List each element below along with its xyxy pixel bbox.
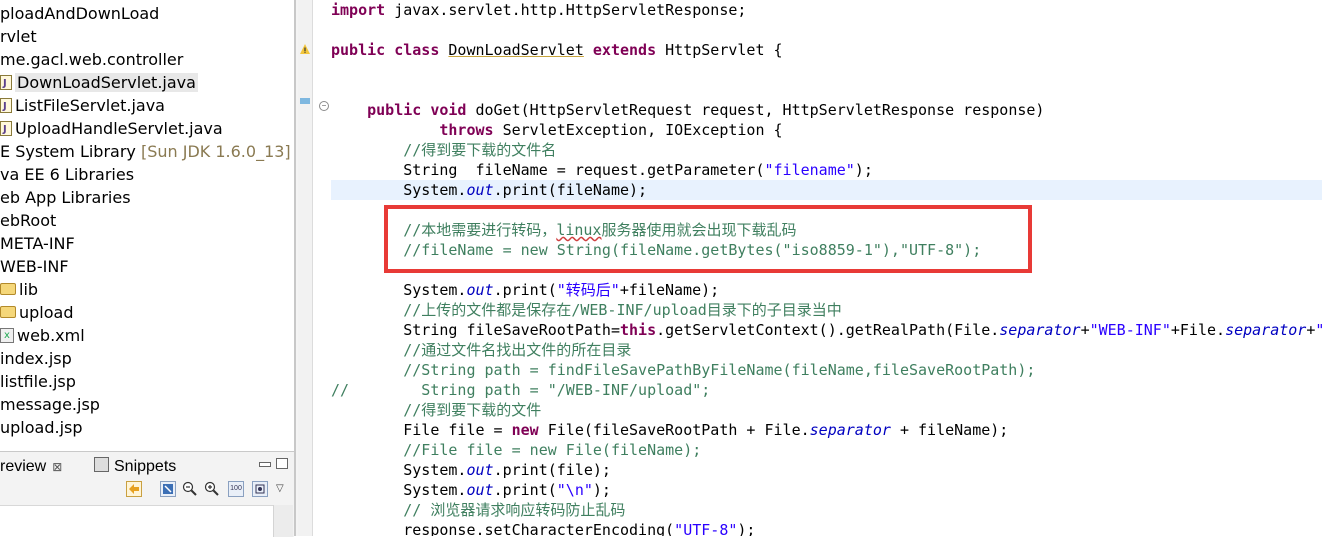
tree-item-label: upload.jsp bbox=[0, 418, 83, 437]
code-line[interactable]: //得到要下载的文件名 bbox=[331, 140, 556, 160]
tab-snippets[interactable]: Snippets bbox=[90, 456, 176, 478]
tree-item[interactable]: META-INF bbox=[0, 232, 75, 255]
tree-item-label: upload bbox=[19, 303, 74, 322]
code-line[interactable]: // 浏览器请求响应转码防止乱码 bbox=[331, 500, 625, 520]
gutter-divider bbox=[312, 0, 313, 536]
tree-item[interactable]: WEB-INF bbox=[0, 255, 69, 278]
tree-item-label: va EE 6 Libraries bbox=[0, 165, 135, 184]
code-line[interactable]: //String path = findFileSavePathByFileNa… bbox=[331, 360, 1035, 380]
tree-item-label: ebRoot bbox=[0, 211, 57, 230]
tree-item[interactable]: upload bbox=[0, 301, 74, 324]
tree-item-label: ListFileServlet.java bbox=[15, 96, 165, 115]
tree-item-label: WEB-INF bbox=[0, 257, 69, 276]
preview-content bbox=[0, 505, 273, 538]
tree-item[interactable]: ploadAndDownLoad bbox=[0, 2, 159, 25]
code-line[interactable]: public class DownLoadServlet extends Htt… bbox=[331, 40, 783, 60]
code-line[interactable]: String fileName = request.getParameter("… bbox=[331, 160, 873, 180]
zoom-100-icon[interactable]: 100 bbox=[228, 481, 244, 497]
tree-item-label: me.gacl.web.controller bbox=[0, 50, 184, 69]
code-line[interactable] bbox=[331, 60, 340, 80]
tree-item[interactable]: ListFileServlet.java bbox=[0, 94, 165, 118]
editor-gutter bbox=[298, 0, 312, 536]
project-explorer: ploadAndDownLoad rvlet me.gacl.web.control… bbox=[0, 0, 294, 451]
code-line[interactable]: throws ServletException, IOException { bbox=[331, 120, 782, 140]
close-icon[interactable]: ⊠ bbox=[52, 460, 62, 474]
tree-item[interactable]: va EE 6 Libraries bbox=[0, 163, 134, 186]
tree-item-label: message.jsp bbox=[0, 395, 100, 414]
code-line[interactable] bbox=[331, 80, 340, 100]
tree-item[interactable]: index.jsp bbox=[0, 347, 72, 370]
library-version-label: [Sun JDK 1.6.0_13] bbox=[135, 142, 291, 161]
java-file-icon bbox=[0, 95, 12, 118]
tab-preview[interactable]: review ⊠ bbox=[0, 456, 62, 478]
snippets-icon bbox=[94, 457, 109, 472]
highlight-box bbox=[384, 205, 1032, 273]
tree-item[interactable]: web.xml bbox=[0, 324, 85, 347]
tree-item[interactable]: me.gacl.web.controller bbox=[0, 48, 183, 71]
preview-scrollbar[interactable] bbox=[273, 505, 293, 537]
folder-icon bbox=[0, 283, 16, 295]
tree-item-label: listfile.jsp bbox=[0, 372, 76, 391]
code-line[interactable]: String fileSaveRootPath=this.getServletC… bbox=[331, 320, 1322, 340]
select-icon[interactable] bbox=[160, 481, 176, 497]
zoom-in-icon[interactable] bbox=[204, 481, 220, 497]
tree-item-label: UploadHandleServlet.java bbox=[15, 119, 223, 138]
code-line[interactable] bbox=[331, 200, 340, 220]
code-line[interactable]: import javax.servlet.http.HttpServletRes… bbox=[331, 0, 746, 20]
view-menu-icon[interactable]: ▽ bbox=[276, 483, 284, 494]
tree-item-label: web.xml bbox=[17, 326, 85, 345]
lower-panel: review ⊠ Snippets 100 ▽ bbox=[0, 451, 294, 538]
tree-item-label: E System Library bbox=[0, 142, 136, 161]
code-line[interactable]: //得到要下载的文件 bbox=[331, 400, 541, 420]
tree-item[interactable]: DownLoadServlet.java bbox=[0, 71, 198, 95]
code-line[interactable] bbox=[331, 20, 340, 40]
tree-item-label: index.jsp bbox=[0, 349, 72, 368]
code-line[interactable]: response.setCharacterEncoding("UTF-8"); bbox=[331, 520, 755, 536]
folder-icon bbox=[0, 306, 16, 318]
java-file-icon bbox=[0, 118, 12, 141]
tab-snippets-label: Snippets bbox=[114, 458, 177, 475]
tree-item[interactable]: listfile.jsp bbox=[0, 370, 76, 393]
tree-item-label: rvlet bbox=[0, 27, 37, 46]
tree-item[interactable]: eb App Libraries bbox=[0, 186, 131, 209]
tree-item[interactable]: rvlet bbox=[0, 25, 37, 48]
tree-item[interactable]: UploadHandleServlet.java bbox=[0, 117, 223, 141]
tree-item-label: DownLoadServlet.java bbox=[15, 73, 198, 92]
code-line[interactable]: System.out.print("\n"); bbox=[331, 480, 611, 500]
maximize-button[interactable] bbox=[276, 458, 288, 469]
code-line[interactable]: System.out.print(file); bbox=[331, 460, 611, 480]
code-line[interactable]: System.out.print("转码后"+fileName); bbox=[331, 280, 719, 300]
fit-page-icon[interactable] bbox=[252, 481, 268, 497]
code-line[interactable]: File file = new File(fileSaveRootPath + … bbox=[331, 420, 1008, 440]
tree-item[interactable]: E System Library [Sun JDK 1.6.0_13] bbox=[0, 140, 291, 163]
override-marker-icon[interactable] bbox=[300, 98, 310, 104]
code-line[interactable]: System.out.print(fileName); bbox=[331, 180, 1322, 200]
tree-item-label: lib bbox=[19, 280, 39, 299]
code-line[interactable]: // String path = "/WEB-INF/upload"; bbox=[331, 380, 710, 400]
zoom-out-icon[interactable] bbox=[182, 481, 198, 497]
code-line[interactable]: public void doGet(HttpServletRequest req… bbox=[331, 100, 1044, 120]
tree-item-label: eb App Libraries bbox=[0, 188, 131, 207]
xml-file-icon bbox=[0, 324, 14, 347]
tree-item[interactable]: upload.jsp bbox=[0, 416, 83, 439]
tab-preview-label: review bbox=[0, 458, 47, 475]
tree-item-label: META-INF bbox=[0, 234, 75, 253]
code-line[interactable]: //通过文件名找出文件的所在目录 bbox=[331, 340, 631, 360]
warning-icon[interactable] bbox=[300, 41, 310, 54]
tree-item-label: ploadAndDownLoad bbox=[0, 4, 160, 23]
code-line[interactable]: //File file = new File(fileName); bbox=[331, 440, 701, 460]
tree-item[interactable]: lib bbox=[0, 278, 38, 301]
back-arrow-icon[interactable] bbox=[126, 481, 142, 497]
fold-collapse-icon[interactable]: − bbox=[319, 101, 329, 111]
code-line[interactable] bbox=[331, 260, 340, 280]
minimize-button[interactable] bbox=[259, 462, 271, 467]
tree-item[interactable]: message.jsp bbox=[0, 393, 100, 416]
java-file-icon bbox=[0, 72, 12, 95]
code-line[interactable]: //上传的文件都是保存在/WEB-INF/upload目录下的子目录当中 bbox=[331, 300, 842, 320]
tree-item[interactable]: ebRoot bbox=[0, 209, 56, 232]
